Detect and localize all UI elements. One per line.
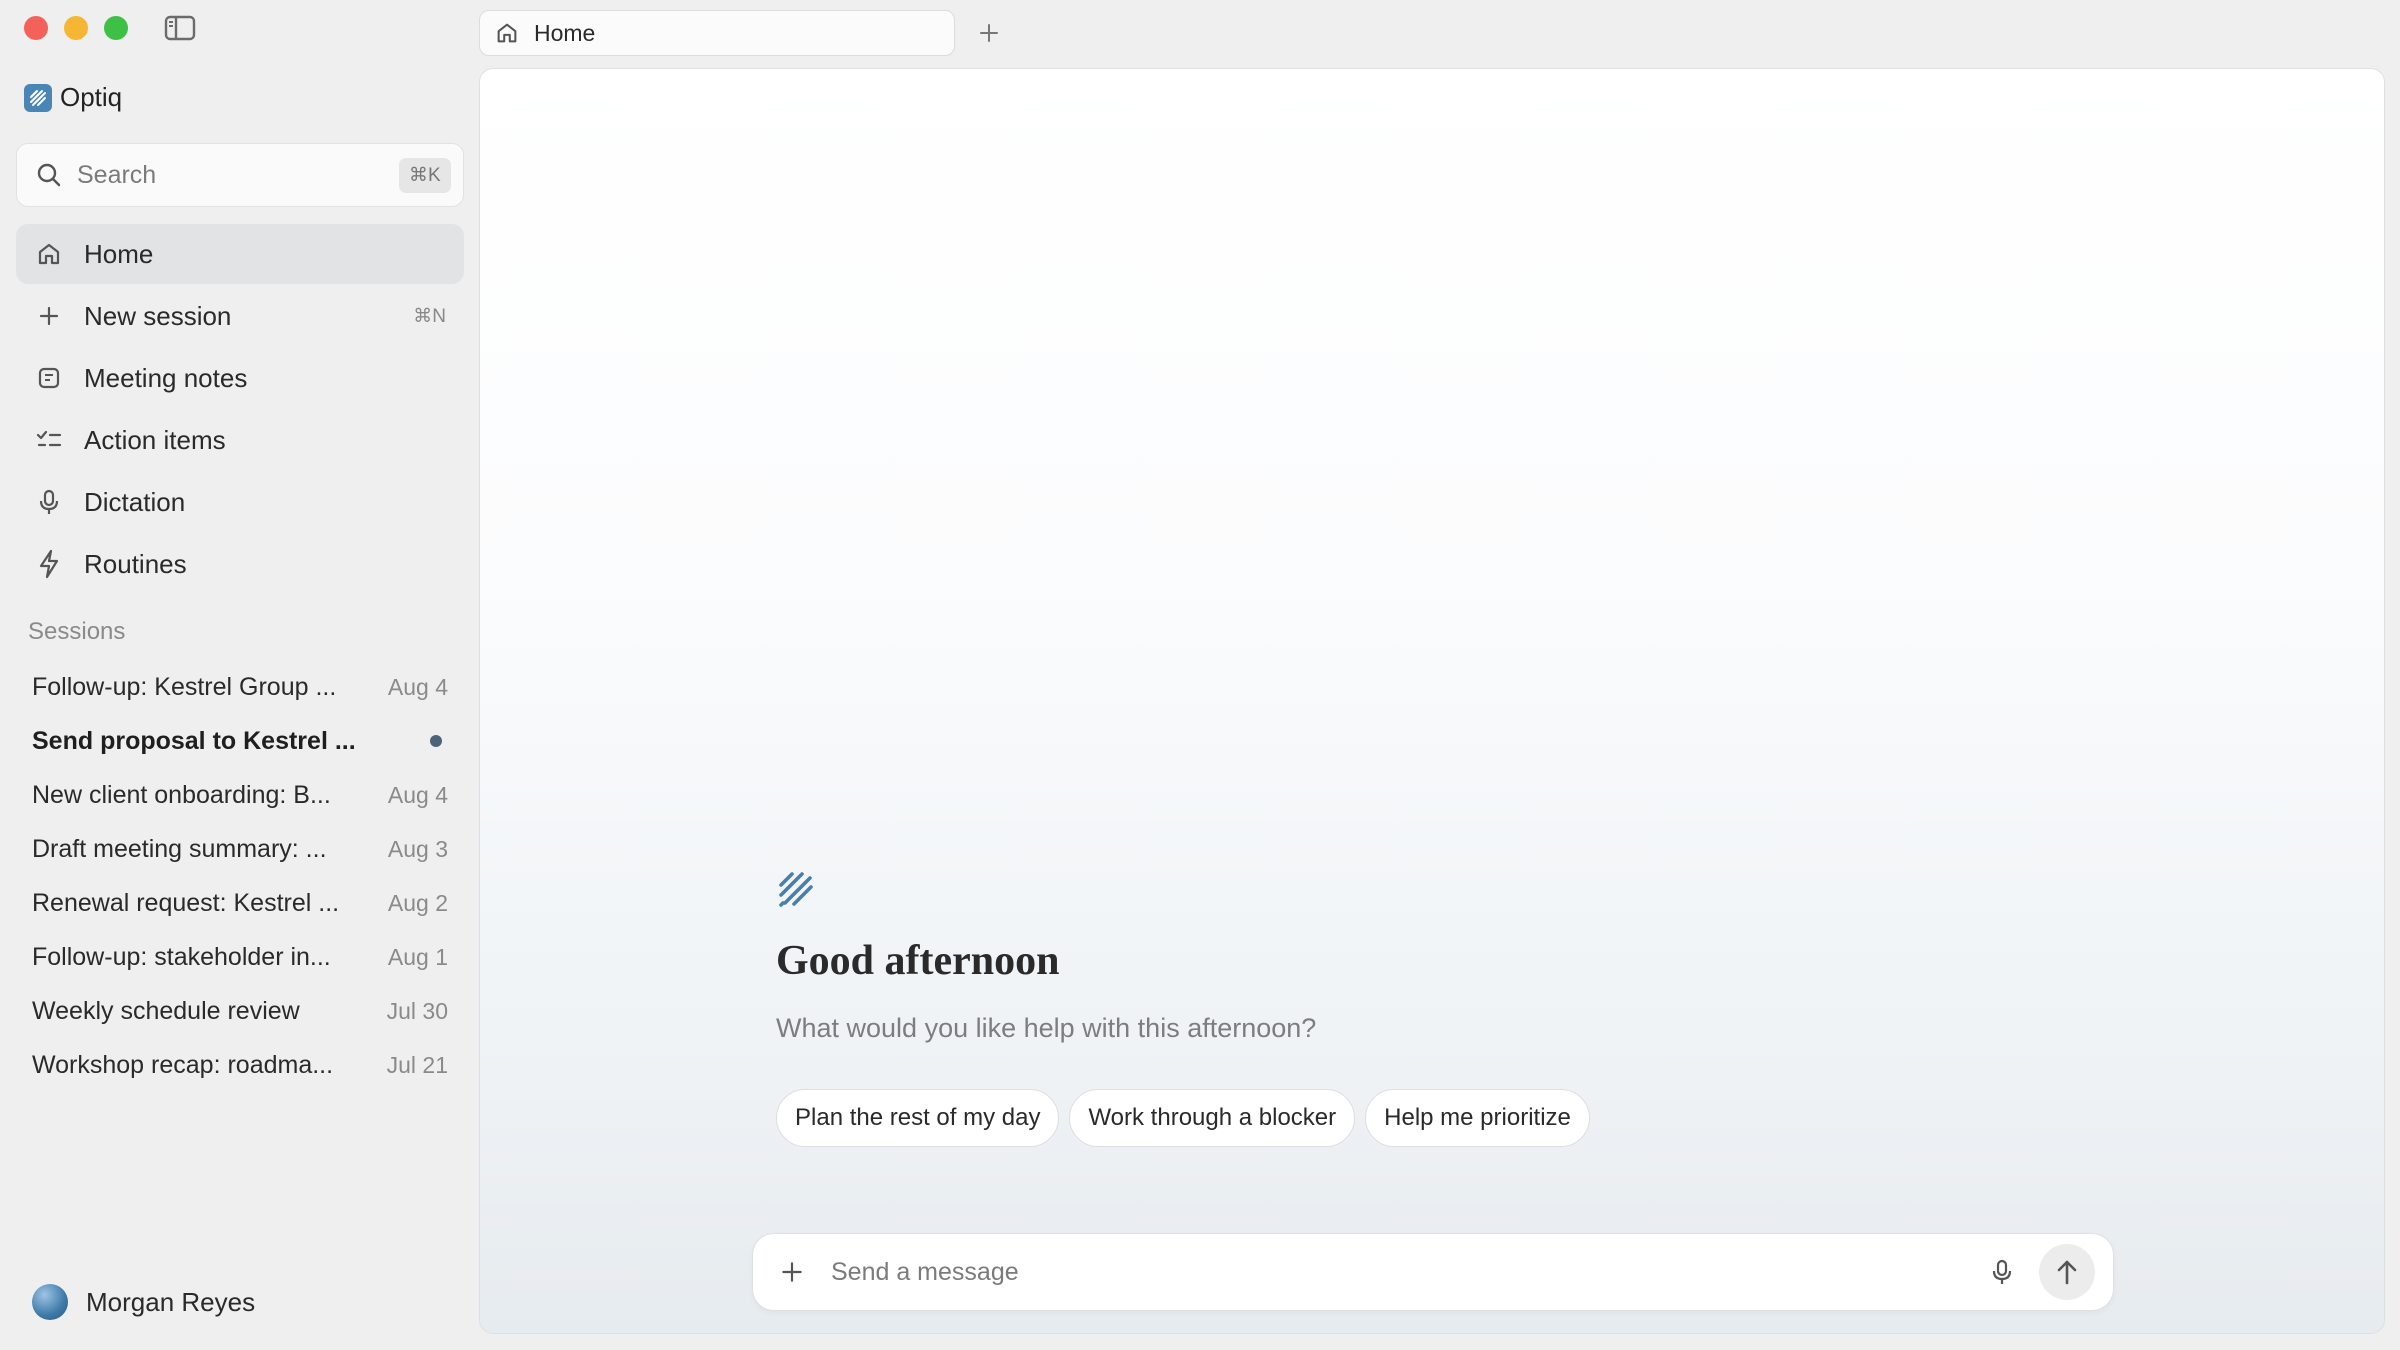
bolt-icon <box>34 549 64 579</box>
suggestion-chip[interactable]: Help me prioritize <box>1365 1089 1590 1147</box>
nav-item-meeting-notes[interactable]: Meeting notes <box>16 348 464 408</box>
sessions-header: Sessions <box>28 618 126 645</box>
session-date: Aug 4 <box>387 781 448 808</box>
brand[interactable]: Optiq <box>24 82 122 113</box>
optiq-logo-icon <box>776 869 820 913</box>
nav-item-new-session[interactable]: New session ⌘N <box>16 286 464 346</box>
send-button[interactable] <box>2039 1244 2095 1300</box>
session-title: Send proposal to Kestrel ... <box>32 726 356 755</box>
session-date: Aug 1 <box>387 943 448 970</box>
session-item[interactable]: Follow-up: Kestrel Group ... Aug 4 <box>16 660 464 714</box>
home-icon <box>494 20 520 46</box>
session-date: Jul 21 <box>386 1051 448 1078</box>
main-nav: Home New session ⌘N Meeting notes Action… <box>16 224 464 596</box>
nav-item-home[interactable]: Home <box>16 224 464 284</box>
main-panel: Good afternoon What would you like help … <box>479 68 2385 1334</box>
new-tab-button[interactable] <box>974 18 1004 48</box>
optiq-logo-icon <box>24 83 52 112</box>
search-icon <box>35 161 63 189</box>
home-icon <box>34 239 64 269</box>
search-shortcut-badge: ⌘K <box>399 157 451 193</box>
plus-icon <box>980 24 998 42</box>
session-date: Jul 30 <box>386 997 448 1024</box>
user-name: Morgan Reyes <box>86 1286 256 1317</box>
session-title: New client onboarding: B... <box>32 780 331 809</box>
nav-item-dictation[interactable]: Dictation <box>16 472 464 532</box>
session-title: Renewal request: Kestrel ... <box>32 888 340 917</box>
mic-icon <box>34 487 64 517</box>
mic-icon[interactable] <box>1985 1255 2019 1289</box>
session-item[interactable]: Draft meeting summary: ... Aug 3 <box>16 822 464 876</box>
suggestion-chip[interactable]: Plan the rest of my day <box>776 1089 1060 1147</box>
suggestion-chip[interactable]: Work through a blocker <box>1069 1089 1356 1147</box>
session-title: Workshop recap: roadma... <box>32 1050 334 1079</box>
nav-item-label: Action items <box>84 424 226 455</box>
message-input[interactable] <box>831 1257 1985 1287</box>
nav-item-routines[interactable]: Routines <box>16 534 464 594</box>
message-composer <box>752 1233 2114 1311</box>
nav-item-label: Routines <box>84 548 187 579</box>
session-item[interactable]: Follow-up: stakeholder in... Aug 1 <box>16 930 464 984</box>
greeting-title: Good afternoon <box>776 938 1060 984</box>
tab-label: Home <box>534 19 596 46</box>
user-profile[interactable]: Morgan Reyes <box>32 1284 255 1320</box>
session-item[interactable]: Renewal request: Kestrel ... Aug 2 <box>16 876 464 930</box>
sessions-list: Follow-up: Kestrel Group ... Aug 4 Send … <box>16 660 464 1092</box>
plus-icon <box>34 301 64 331</box>
search-input[interactable] <box>77 160 399 190</box>
session-date: Aug 3 <box>387 835 448 862</box>
session-title: Weekly schedule review <box>32 996 300 1025</box>
session-item[interactable]: Send proposal to Kestrel ... <box>16 714 464 768</box>
notes-icon <box>34 363 64 393</box>
nav-item-label: New session <box>84 300 232 331</box>
suggestion-chips: Plan the rest of my day Work through a b… <box>776 1089 1590 1147</box>
nav-item-label: Home <box>84 238 154 269</box>
attach-button[interactable] <box>777 1257 807 1287</box>
session-item[interactable]: Workshop recap: roadma... Jul 21 <box>16 1038 464 1092</box>
nav-item-label: Dictation <box>84 486 186 517</box>
session-title: Draft meeting summary: ... <box>32 834 327 863</box>
session-item[interactable]: Weekly schedule review Jul 30 <box>16 984 464 1038</box>
tab-home[interactable]: Home <box>479 10 955 56</box>
arrow-up-icon <box>2057 1260 2077 1285</box>
search-bar[interactable]: ⌘K <box>16 143 464 207</box>
checklist-icon <box>34 425 64 455</box>
avatar <box>32 1284 68 1320</box>
sidebar: Optiq ⌘K Home New session ⌘N Meeting not… <box>0 0 478 1350</box>
session-title: Follow-up: Kestrel Group ... <box>32 672 337 701</box>
unread-indicator <box>430 735 442 747</box>
session-date: Aug 2 <box>387 889 448 916</box>
session-item[interactable]: New client onboarding: B... Aug 4 <box>16 768 464 822</box>
new-session-shortcut: ⌘N <box>413 305 446 327</box>
nav-item-action-items[interactable]: Action items <box>16 410 464 470</box>
greeting-subtitle: What would you like help with this after… <box>776 1013 1317 1043</box>
plus-icon <box>782 1262 802 1282</box>
session-title: Follow-up: stakeholder in... <box>32 942 331 971</box>
brand-name: Optiq <box>60 82 123 112</box>
session-date: Aug 4 <box>387 673 448 700</box>
nav-item-label: Meeting notes <box>84 362 248 393</box>
